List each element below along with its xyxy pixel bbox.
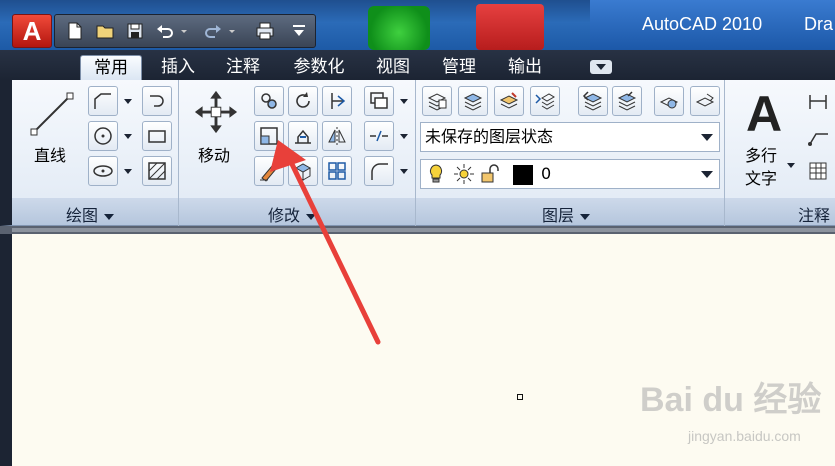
layer-walk-button[interactable]	[654, 86, 684, 116]
chevron-down-icon	[306, 213, 317, 220]
sun-icon[interactable]	[453, 163, 475, 185]
circle-dropdown-icon[interactable]	[122, 121, 134, 151]
mtext-label-line2: 文字	[745, 169, 778, 188]
erase-button[interactable]	[254, 156, 284, 186]
circle-button[interactable]	[88, 121, 118, 151]
lightbulb-icon[interactable]	[425, 163, 447, 185]
line-button[interactable]	[26, 88, 78, 140]
tab-parametric[interactable]: 参数化	[282, 55, 356, 80]
save-icon[interactable]	[123, 20, 147, 42]
break-button[interactable]	[364, 121, 394, 151]
offset-dropdown-icon[interactable]	[398, 86, 410, 116]
modify-panel-title-text: 修改	[268, 206, 301, 225]
chevron-down-icon	[701, 171, 713, 178]
current-layer-name: 0	[541, 164, 552, 183]
ellipse-dropdown-icon[interactable]	[122, 156, 134, 186]
layer-state-dropdown[interactable]: 未保存的图层状态	[420, 122, 720, 152]
linear-dimension-button[interactable]	[800, 86, 835, 116]
taskbar-wifi-icon	[368, 6, 430, 50]
document-title: Dra	[804, 14, 834, 34]
ribbon-tab-bar: 常用 插入 注释 参数化 视图 管理 输出	[0, 50, 835, 80]
undo-icon[interactable]	[153, 20, 177, 42]
move-label: 移动	[198, 146, 231, 165]
tab-manage[interactable]: 管理	[430, 55, 488, 80]
modify-panel-title[interactable]: 修改	[268, 202, 317, 226]
qat-customize-dropdown-icon[interactable]	[287, 20, 311, 42]
rectangle-button[interactable]	[142, 121, 172, 151]
baidu-watermark: Bai du 经验	[640, 381, 822, 419]
layer-dropdown[interactable]: 0	[420, 159, 720, 189]
taskbar-app-icon	[476, 4, 544, 50]
tab-output[interactable]: 输出	[496, 55, 554, 80]
tab-home[interactable]: 常用	[80, 55, 142, 80]
annotation-panel-title-text: 注释	[798, 206, 831, 225]
trim-button[interactable]	[322, 86, 352, 116]
layer-state-button[interactable]	[458, 86, 488, 116]
unlock-icon[interactable]	[479, 163, 501, 185]
layers-panel-title[interactable]: 图层	[542, 202, 591, 226]
print-icon[interactable]	[253, 20, 277, 42]
move-button[interactable]	[192, 88, 240, 136]
window-title: AutoCAD 2010	[642, 14, 763, 34]
annotation-panel-title[interactable]: 注释	[798, 202, 830, 226]
array-button[interactable]	[322, 156, 352, 186]
undo-dropdown-icon[interactable]	[179, 20, 189, 42]
offset-button[interactable]	[364, 86, 394, 116]
chevron-down-icon[interactable]	[787, 163, 795, 168]
tab-insert[interactable]: 插入	[150, 55, 206, 80]
mirror-button[interactable]	[322, 121, 352, 151]
tab-view[interactable]: 视图	[364, 55, 422, 80]
window-frame	[0, 226, 12, 466]
break-dropdown-icon[interactable]	[398, 121, 410, 151]
scale-button[interactable]	[254, 121, 284, 151]
tab-annotate[interactable]: 注释	[214, 55, 272, 80]
copy-button[interactable]	[254, 86, 284, 116]
polyline-button[interactable]	[88, 86, 118, 116]
layer-match-button[interactable]	[530, 86, 560, 116]
multiline-text-button[interactable]: A	[740, 86, 788, 142]
layer-color-swatch	[513, 165, 533, 185]
mtext-label-line1: 多行	[745, 146, 778, 165]
chevron-down-icon	[701, 134, 713, 141]
redo-icon[interactable]	[201, 20, 225, 42]
baidu-watermark-url: jingyan.baidu.com	[688, 428, 801, 444]
crosshair-cursor-icon	[517, 394, 523, 400]
layer-state-value: 未保存的图层状态	[425, 127, 554, 146]
layer-lock-button[interactable]	[690, 86, 720, 116]
chevron-down-icon	[104, 213, 115, 220]
fillet-button[interactable]	[364, 156, 394, 186]
panel-divider	[178, 80, 179, 226]
arc-button[interactable]	[142, 86, 172, 116]
explode-button[interactable]	[288, 156, 318, 186]
application-menu-button[interactable]: A	[12, 14, 52, 48]
draw-panel-title[interactable]: 绘图	[66, 202, 115, 226]
layers-panel-title-text: 图层	[542, 206, 575, 225]
leader-button[interactable]	[800, 121, 835, 151]
draw-panel-title-text: 绘图	[66, 206, 99, 225]
fillet-dropdown-icon[interactable]	[398, 156, 410, 186]
chevron-down-icon	[580, 213, 591, 220]
ribbon-minimize-button[interactable]	[590, 60, 612, 74]
layer-properties-button[interactable]	[422, 86, 452, 116]
panel-divider	[415, 80, 416, 226]
multiline-text-icon: A	[745, 86, 783, 142]
ribbon-panel-title-bar	[0, 198, 835, 226]
panel-divider	[724, 80, 725, 226]
layer-freeze-button[interactable]	[612, 86, 642, 116]
ellipse-button[interactable]	[88, 156, 118, 186]
stretch-button[interactable]	[288, 121, 318, 151]
canvas-border-inner	[12, 228, 835, 232]
polyline-dropdown-icon[interactable]	[122, 86, 134, 116]
line-label: 直线	[34, 146, 67, 165]
rotate-button[interactable]	[288, 86, 318, 116]
new-file-icon[interactable]	[63, 20, 87, 42]
redo-dropdown-icon[interactable]	[227, 20, 237, 42]
hatch-button[interactable]	[142, 156, 172, 186]
table-button[interactable]	[800, 156, 835, 186]
open-folder-icon[interactable]	[93, 20, 117, 42]
title-bar: A AutoCAD 2010 Dra	[0, 0, 835, 50]
layer-previous-button[interactable]	[578, 86, 608, 116]
quick-access-toolbar	[54, 14, 316, 48]
layer-isolate-button[interactable]	[494, 86, 524, 116]
